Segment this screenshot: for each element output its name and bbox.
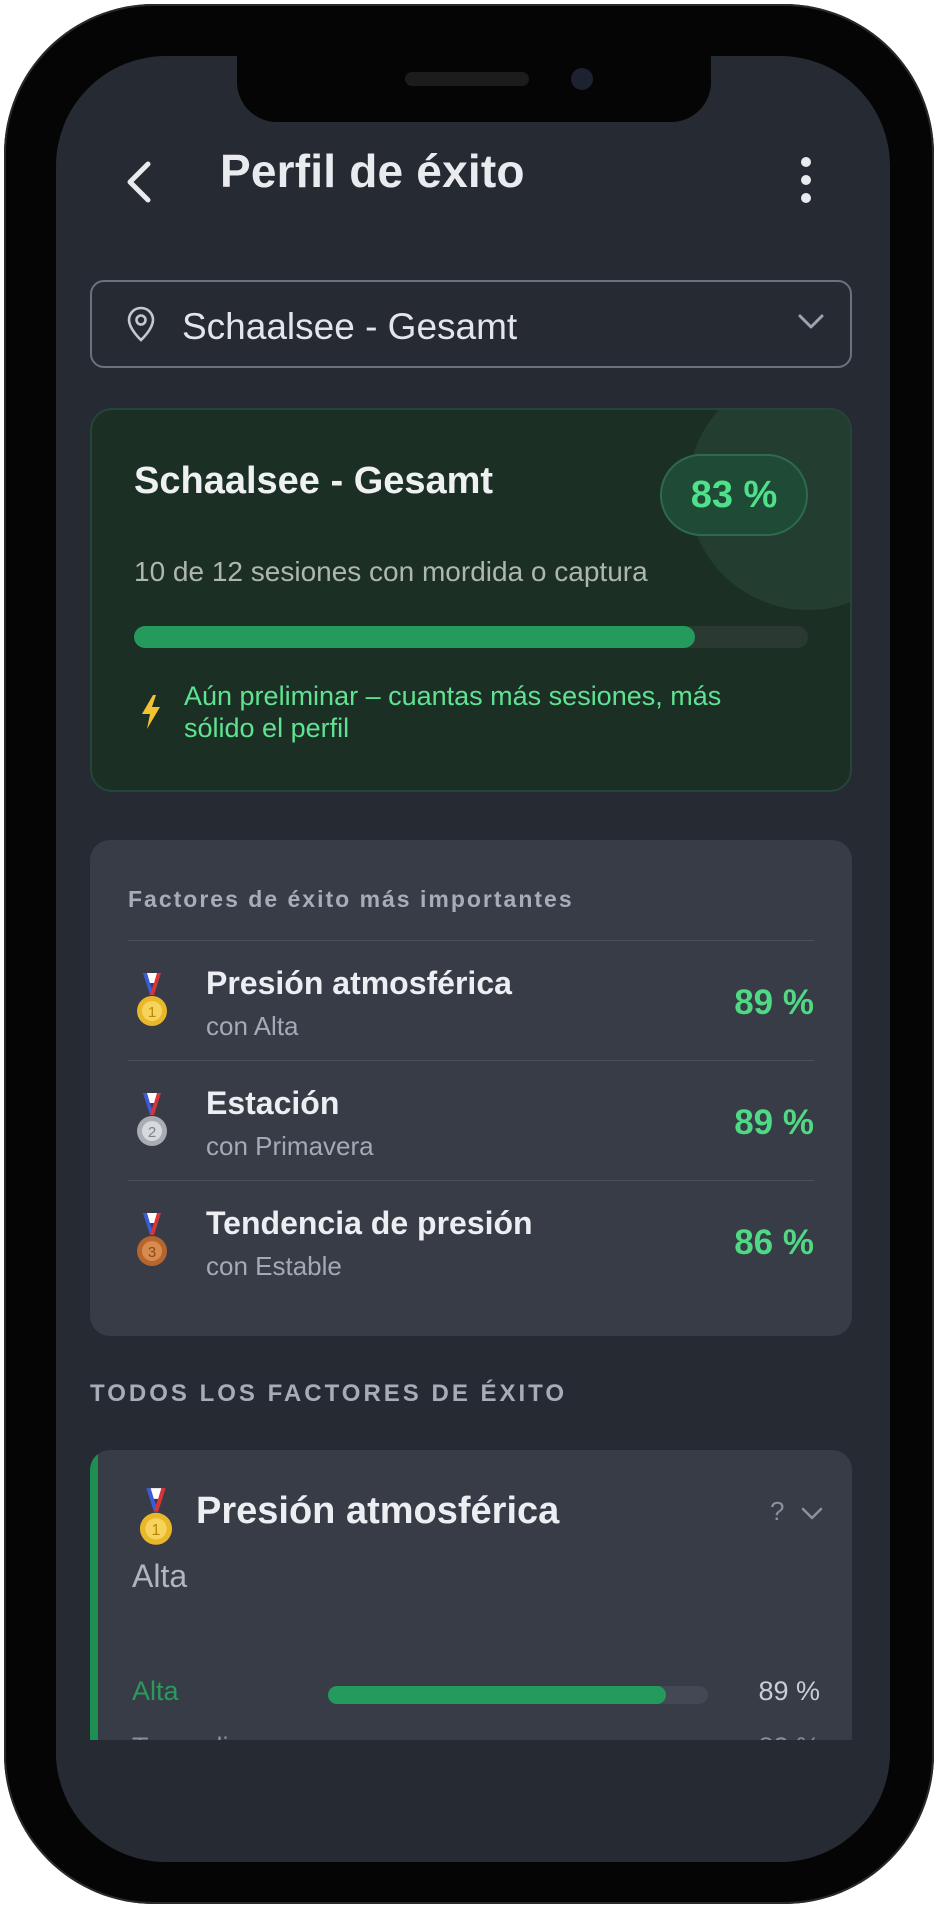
front-camera: [571, 68, 593, 90]
svg-text:1: 1: [148, 1004, 156, 1021]
help-icon[interactable]: ?: [770, 1496, 784, 1527]
success-progress-bar: [134, 626, 808, 648]
silver-medal-icon: 2: [137, 1093, 167, 1146]
svg-text:1: 1: [152, 1521, 161, 1539]
factor-percent: 86 %: [734, 1223, 814, 1262]
bar-percent-value: 89 %: [758, 1676, 820, 1706]
bronze-medal-icon: 3: [137, 1213, 167, 1266]
svg-text:3: 3: [148, 1244, 156, 1261]
bar-label-average: Tu media: [132, 1732, 244, 1740]
phone-notch: [237, 56, 711, 122]
location-dropdown[interactable]: Schaalsee - Gesamt: [90, 280, 852, 368]
factor-name: Tendencia de presión: [206, 1205, 533, 1241]
more-options-button[interactable]: [790, 152, 822, 208]
success-progress-fill: [134, 626, 696, 648]
svg-text:2: 2: [148, 1124, 156, 1141]
phone-frame: Perfil de éxito Schaalsee - Gesamt Schaa…: [4, 4, 934, 1904]
detail-factor-title: Presión atmosférica: [196, 1490, 560, 1532]
top-factors-heading: Factores de éxito más importantes: [128, 886, 574, 912]
factor-name: Estación: [206, 1085, 340, 1121]
back-button[interactable]: [116, 154, 164, 210]
bar-label-value: Alta: [132, 1676, 179, 1706]
page-title: Perfil de éxito: [220, 145, 525, 197]
value-success-bar-fill: [328, 1686, 667, 1704]
factor-condition: con Primavera: [206, 1131, 374, 1161]
sessions-count-text: 10 de 12 sesiones con mordida o captura: [134, 556, 648, 587]
app-screen: Perfil de éxito Schaalsee - Gesamt Schaa…: [56, 56, 890, 1862]
factor-row-estacion[interactable]: 2 Estación con Primavera 89 %: [128, 1060, 814, 1181]
factor-condition: con Estable: [206, 1251, 342, 1281]
detail-factor-value: Alta: [132, 1558, 188, 1594]
factor-percent: 89 %: [734, 983, 814, 1022]
all-factors-heading: TODOS LOS FACTORES DE ÉXITO: [90, 1380, 568, 1407]
factor-name: Presión atmosférica: [206, 965, 512, 1001]
gold-medal-icon: 1: [139, 1488, 173, 1545]
preliminary-note: Aún preliminar – cuantas más sesiones, m…: [184, 681, 722, 743]
screen-bottom-area: [56, 1740, 890, 1862]
chevron-down-icon[interactable]: [800, 1506, 824, 1522]
factor-row-tendencia[interactable]: 3 Tendencia de presión con Estable 86 %: [128, 1180, 814, 1301]
lightning-icon: [142, 695, 160, 729]
card-accent-bar: [90, 1450, 98, 1740]
bar-percent-average: 83 %: [758, 1732, 820, 1740]
factor-detail-card[interactable]: 1 Presión atmosférica ? Alta Alta 89 % T…: [90, 1450, 852, 1740]
gold-medal-icon: 1: [137, 973, 167, 1026]
summary-title: Schaalsee - Gesamt: [134, 460, 494, 502]
factor-percent: 89 %: [734, 1103, 814, 1142]
more-vertical-icon: [801, 157, 811, 203]
success-percent-badge: 83 %: [660, 454, 808, 536]
chevron-left-icon: [127, 161, 151, 203]
value-success-bar: [328, 1686, 708, 1704]
location-selected-value: Schaalsee - Gesamt: [182, 306, 518, 347]
location-pin-icon: [127, 306, 155, 342]
factor-row-presion[interactable]: 1 Presión atmosférica con Alta 89 %: [128, 940, 814, 1061]
success-summary-card: Schaalsee - Gesamt 83 % 10 de 12 sesione…: [90, 408, 852, 792]
speaker-grille: [405, 72, 529, 86]
factor-condition: con Alta: [206, 1011, 299, 1041]
top-factors-card: Factores de éxito más importantes 1 Pres…: [90, 840, 852, 1336]
chevron-down-icon: [798, 314, 824, 329]
